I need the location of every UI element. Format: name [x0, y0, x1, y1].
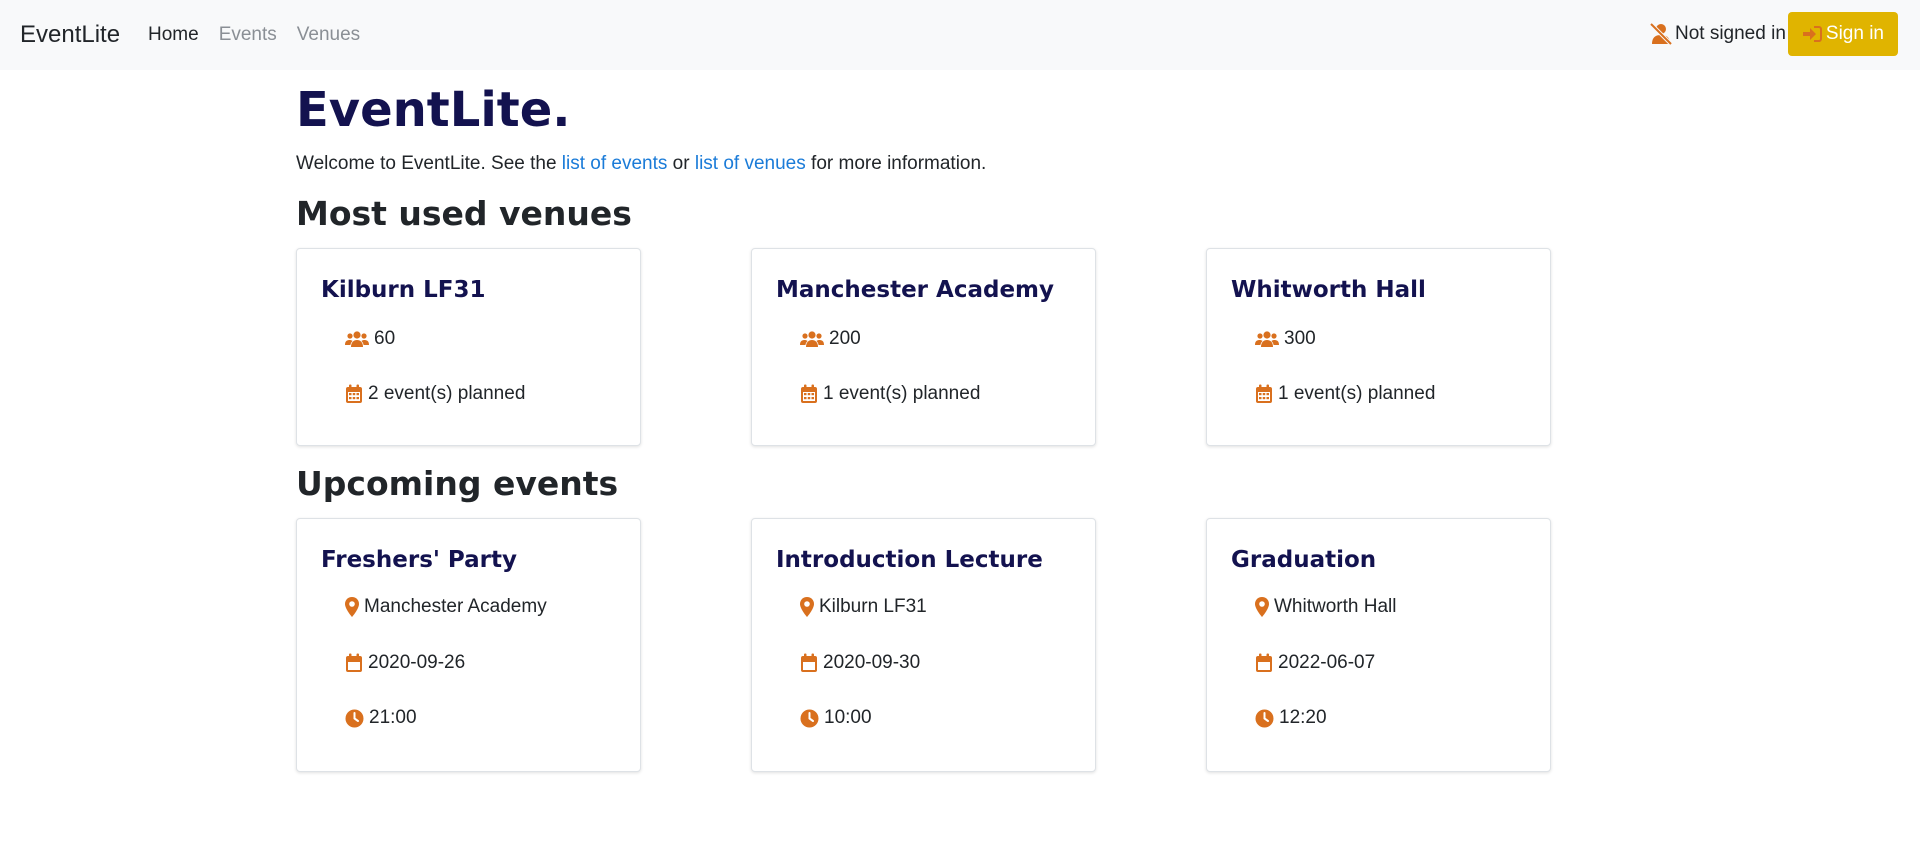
event-date: 2020-09-30 [800, 651, 920, 675]
clock-icon [1255, 709, 1274, 728]
calendar-alt-icon [1255, 653, 1273, 673]
venue-planned-value: 1 event(s) planned [1278, 383, 1436, 404]
sign-in-status-text: Not signed in [1674, 23, 1786, 44]
event-card-title[interactable]: Introduction Lecture [776, 545, 1043, 575]
venue-capacity: 60 [345, 327, 395, 351]
users-icon [1255, 330, 1279, 348]
venue-card: Whitworth Hall 300 1 event(s) planned [1206, 248, 1551, 446]
venue-card: Kilburn LF31 60 2 event(s) planned [296, 248, 641, 446]
events-heading: Upcoming events [296, 464, 619, 503]
venues-heading: Most used venues [296, 194, 632, 233]
event-date-value: 2020-09-30 [823, 652, 921, 673]
sign-in-status: Not signed in [1649, 23, 1786, 45]
event-card: Graduation Whitworth Hall 2022-06-07 12:… [1206, 518, 1551, 772]
venue-capacity: 300 [1255, 327, 1316, 351]
venue-planned: 1 event(s) planned [800, 382, 980, 406]
nav-link-venues[interactable]: Venues [297, 22, 360, 48]
venue-card-title[interactable]: Whitworth Hall [1231, 275, 1426, 305]
nav-right: Not signed in Sign in [1649, 12, 1898, 56]
user-slash-icon [1649, 23, 1675, 45]
calendar-alt-icon [345, 653, 363, 673]
welcome-text: Welcome to EventLite. See the list of ev… [296, 152, 986, 176]
page-title: EventLite. [296, 82, 571, 138]
event-venue: Manchester Academy [345, 595, 547, 619]
clock-icon [345, 709, 364, 728]
event-time: 21:00 [345, 706, 417, 730]
event-date-value: 2022-06-07 [1278, 652, 1376, 673]
map-marker-icon [800, 597, 814, 617]
brand-link[interactable]: EventLite [20, 20, 120, 50]
event-time-value: 10:00 [824, 707, 872, 728]
calendar-alt-icon [800, 653, 818, 673]
venue-capacity-value: 200 [829, 328, 861, 349]
venue-cards: Kilburn LF31 60 2 event(s) planned Manch… [296, 248, 1552, 448]
clock-icon [800, 709, 819, 728]
venue-capacity-value: 60 [374, 328, 396, 349]
event-time-value: 12:20 [1279, 707, 1327, 728]
nav-link-events[interactable]: Events [219, 22, 277, 48]
venue-planned: 2 event(s) planned [345, 382, 525, 406]
venue-capacity-value: 300 [1284, 328, 1316, 349]
sign-in-button[interactable]: Sign in [1787, 12, 1898, 56]
map-marker-icon [1255, 597, 1269, 617]
users-icon [800, 330, 824, 348]
nav-link-home[interactable]: Home [148, 22, 199, 48]
nav-links: Home Events Venues [148, 22, 360, 48]
event-time-value: 21:00 [369, 707, 417, 728]
event-venue-value: Manchester Academy [364, 596, 547, 617]
welcome-prefix: Welcome to EventLite. See the [296, 153, 562, 174]
venue-card-title[interactable]: Kilburn LF31 [321, 275, 486, 305]
welcome-suffix: for more information. [805, 153, 987, 174]
calendar-icon [1255, 384, 1273, 404]
venues-list-link[interactable]: list of venues [695, 153, 806, 174]
venue-planned: 1 event(s) planned [1255, 382, 1435, 406]
events-list-link[interactable]: list of events [562, 153, 668, 174]
venue-planned-value: 2 event(s) planned [368, 383, 526, 404]
event-date-value: 2020-09-26 [368, 652, 466, 673]
event-cards: Freshers' Party Manchester Academy 2020-… [296, 518, 1552, 772]
event-date: 2020-09-26 [345, 651, 465, 675]
event-card: Introduction Lecture Kilburn LF31 2020-0… [751, 518, 1096, 772]
navbar: EventLite Home Events Venues Not signed … [0, 0, 1920, 70]
event-card-title[interactable]: Graduation [1231, 545, 1376, 575]
venue-card-title[interactable]: Manchester Academy [776, 275, 1054, 305]
event-venue: Whitworth Hall [1255, 595, 1396, 619]
sign-in-icon [1802, 25, 1822, 43]
users-icon [345, 330, 369, 348]
calendar-icon [800, 384, 818, 404]
event-time: 10:00 [800, 706, 872, 730]
event-card-title[interactable]: Freshers' Party [321, 545, 517, 575]
event-time: 12:20 [1255, 706, 1327, 730]
venue-planned-value: 1 event(s) planned [823, 383, 981, 404]
event-date: 2022-06-07 [1255, 651, 1375, 675]
venue-capacity: 200 [800, 327, 861, 351]
event-venue: Kilburn LF31 [800, 595, 927, 619]
map-marker-icon [345, 597, 359, 617]
calendar-icon [345, 384, 363, 404]
venue-card: Manchester Academy 200 1 event(s) planne… [751, 248, 1096, 446]
welcome-middle: or [667, 153, 695, 174]
event-venue-value: Whitworth Hall [1274, 596, 1397, 617]
sign-in-label: Sign in [1825, 23, 1884, 44]
event-card: Freshers' Party Manchester Academy 2020-… [296, 518, 641, 772]
event-venue-value: Kilburn LF31 [819, 596, 927, 617]
